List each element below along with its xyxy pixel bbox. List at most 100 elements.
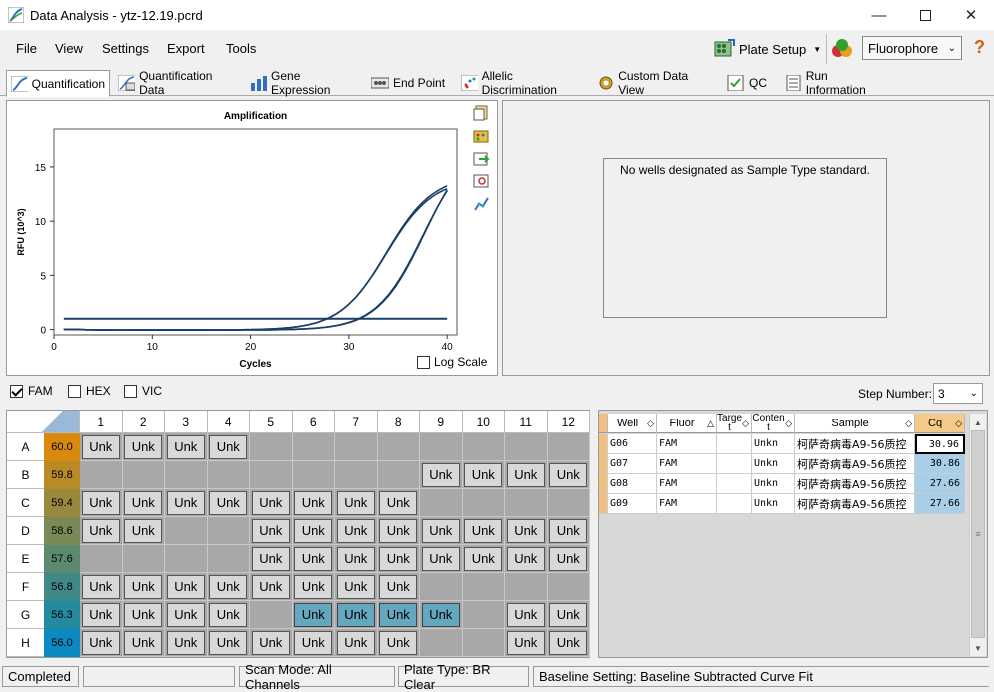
plate-well-button[interactable]: Unk [166,434,205,459]
plate-well[interactable]: Unk [80,433,123,461]
plate-row-header[interactable]: G [7,601,44,629]
plate-corner-select-all[interactable] [7,411,80,433]
plate-well[interactable]: Unk [377,545,420,573]
plate-well[interactable]: Unk [250,545,293,573]
plate-well-button[interactable]: Unk [124,490,163,515]
fluorophore-select[interactable]: Fluorophore ⌄ [862,36,962,60]
plate-well-button[interactable]: Unk [166,602,205,627]
log-scale-checkbox[interactable] [417,355,430,369]
menu-export[interactable]: Export [167,41,205,56]
plate-column-header[interactable]: 8 [377,411,420,433]
plate-well-button[interactable]: Unk [81,630,120,655]
plate-well[interactable] [547,573,590,601]
table-cell-content[interactable]: Unkn [752,454,795,474]
plate-well[interactable] [80,545,123,573]
table-row-header[interactable] [599,454,608,474]
plate-well[interactable]: Unk [335,629,378,657]
plate-well-button[interactable]: Unk [379,518,418,543]
plate-well-button[interactable]: Unk [464,546,503,571]
plate-column-header[interactable]: 9 [420,411,463,433]
plate-well-button[interactable]: Unk [294,518,333,543]
plate-well[interactable] [547,433,590,461]
table-cell-cq[interactable]: 30.96 [915,434,965,454]
scroll-thumb[interactable]: ≡ [971,430,985,638]
plate-well[interactable]: Unk [165,489,208,517]
column-header-target[interactable]: Target ◇ [717,414,752,433]
plate-well[interactable]: Unk [420,545,463,573]
plate-well[interactable] [377,461,420,489]
plate-well-button[interactable]: Unk [336,602,375,627]
column-header-fluor[interactable]: Fluor △ [657,414,717,433]
plate-well[interactable] [420,433,463,461]
table-cell-cq[interactable]: 27.66 [915,474,965,494]
menu-settings[interactable]: Settings [102,41,149,56]
table-cell-target[interactable] [717,434,752,454]
plate-well[interactable] [547,489,590,517]
plate-well[interactable] [292,461,335,489]
plate-well[interactable]: Unk [377,601,420,629]
table-cell-well[interactable]: G09 [608,494,657,514]
table-row-header[interactable] [599,494,608,514]
plate-well-button[interactable]: Unk [379,574,418,599]
plate-well[interactable]: Unk [292,517,335,545]
close-button[interactable]: ✕ [948,0,994,30]
plate-well[interactable]: Unk [80,489,123,517]
plate-well-button[interactable]: Unk [294,574,333,599]
plate-well[interactable]: Unk [335,489,378,517]
plate-well[interactable]: Unk [462,545,505,573]
plate-well-button[interactable]: Unk [166,630,205,655]
hex-checkbox[interactable] [68,384,81,398]
plate-column-header[interactable]: 10 [462,411,505,433]
plate-well-button[interactable]: Unk [336,630,375,655]
fluorophore-color-icon[interactable] [830,38,854,60]
plate-well[interactable]: Unk [547,629,590,657]
plate-row-header[interactable]: H [7,629,44,657]
plate-well[interactable]: Unk [250,573,293,601]
minimize-button[interactable]: — [856,0,902,30]
plate-well-button[interactable]: Unk [379,602,418,627]
tab-gene-expression[interactable]: Gene Expression [245,69,363,97]
table-cell-cq[interactable]: 27.66 [915,494,965,514]
plate-well[interactable]: Unk [122,601,165,629]
plate-well[interactable] [505,433,548,461]
plate-well[interactable] [207,461,250,489]
plate-column-header[interactable]: 11 [505,411,548,433]
plate-well-button[interactable]: Unk [124,518,163,543]
plate-well[interactable] [122,461,165,489]
help-icon[interactable]: ? [974,37,985,58]
plate-well[interactable]: Unk [547,461,590,489]
tab-end-point[interactable]: End Point [366,70,452,96]
sort-icon[interactable]: ◇ [785,418,794,429]
plate-well[interactable]: Unk [122,517,165,545]
plate-well[interactable] [462,573,505,601]
table-cell-well[interactable]: G06 [608,434,657,454]
tab-run-information[interactable]: Run Information [780,69,890,97]
copy-icon[interactable] [473,105,491,121]
plate-well-button[interactable]: Unk [549,546,588,571]
plate-well[interactable]: Unk [462,517,505,545]
hex-filter[interactable]: HEX [68,384,111,398]
table-cell-target[interactable] [717,474,752,494]
plate-well-button[interactable]: Unk [124,434,163,459]
plate-well[interactable]: Unk [292,489,335,517]
plate-well[interactable]: Unk [165,629,208,657]
table-cell-sample[interactable]: 柯萨奇病毒A9-56质控 [795,454,915,474]
plate-well[interactable]: Unk [420,517,463,545]
column-header-sample[interactable]: Sample ◇ [795,414,915,433]
plate-well-button[interactable]: Unk [549,602,588,627]
plate-well-button[interactable]: Unk [506,630,545,655]
plate-wells-icon[interactable] [473,127,491,143]
plate-well[interactable] [335,433,378,461]
plate-well-button[interactable]: Unk [421,602,460,627]
log-scale-toggle[interactable]: Log Scale [417,355,487,369]
table-cell-content[interactable]: Unkn [752,434,795,454]
plate-well[interactable]: Unk [122,489,165,517]
zoom-chart-icon[interactable] [473,173,491,189]
plate-well-button[interactable]: Unk [379,630,418,655]
plate-well[interactable] [462,601,505,629]
plate-well-button[interactable]: Unk [336,490,375,515]
table-cell-well[interactable]: G07 [608,454,657,474]
plate-well[interactable]: Unk [377,573,420,601]
plate-well[interactable]: Unk [547,601,590,629]
plate-well-button[interactable]: Unk [124,574,163,599]
